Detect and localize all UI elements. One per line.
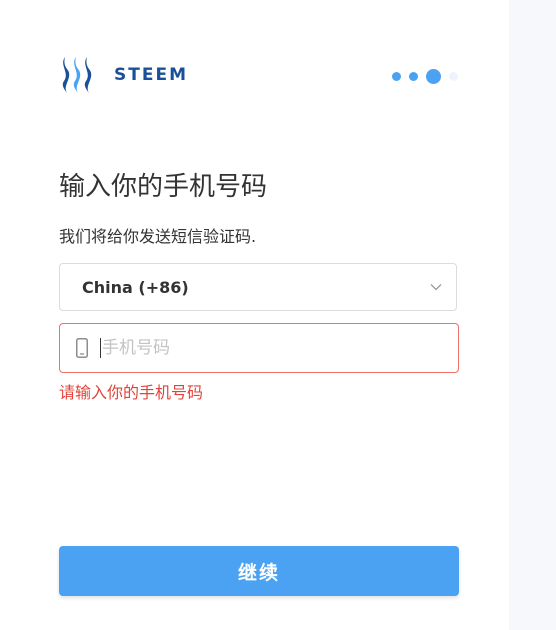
- progress-step-4: [449, 72, 458, 81]
- continue-button[interactable]: 继续: [59, 546, 459, 596]
- phone-error-message: 请输入你的手机号码: [59, 383, 204, 402]
- country-code-value: China (+86): [82, 277, 189, 297]
- signup-phone-page: STEEM 输入你的手机号码 我们将给你发送短信验证码. China (+86)…: [0, 0, 556, 630]
- progress-step-1: [392, 72, 401, 81]
- brand-header: STEEM: [58, 55, 188, 95]
- progress-step-3-current: [426, 69, 441, 84]
- phone-number-input[interactable]: [100, 338, 432, 358]
- progress-step-2: [409, 72, 418, 81]
- page-title: 输入你的手机号码: [59, 172, 268, 202]
- mobile-phone-icon: [76, 337, 90, 359]
- country-code-select[interactable]: China (+86): [59, 263, 457, 311]
- brand-name: STEEM: [114, 65, 188, 85]
- right-side-panel: [509, 0, 556, 630]
- phone-number-field[interactable]: [59, 323, 459, 373]
- page-subtitle: 我们将给你发送短信验证码.: [59, 227, 257, 246]
- steem-logo-icon: [58, 55, 98, 95]
- chevron-down-icon: [430, 283, 442, 291]
- step-progress-indicator: [392, 69, 458, 84]
